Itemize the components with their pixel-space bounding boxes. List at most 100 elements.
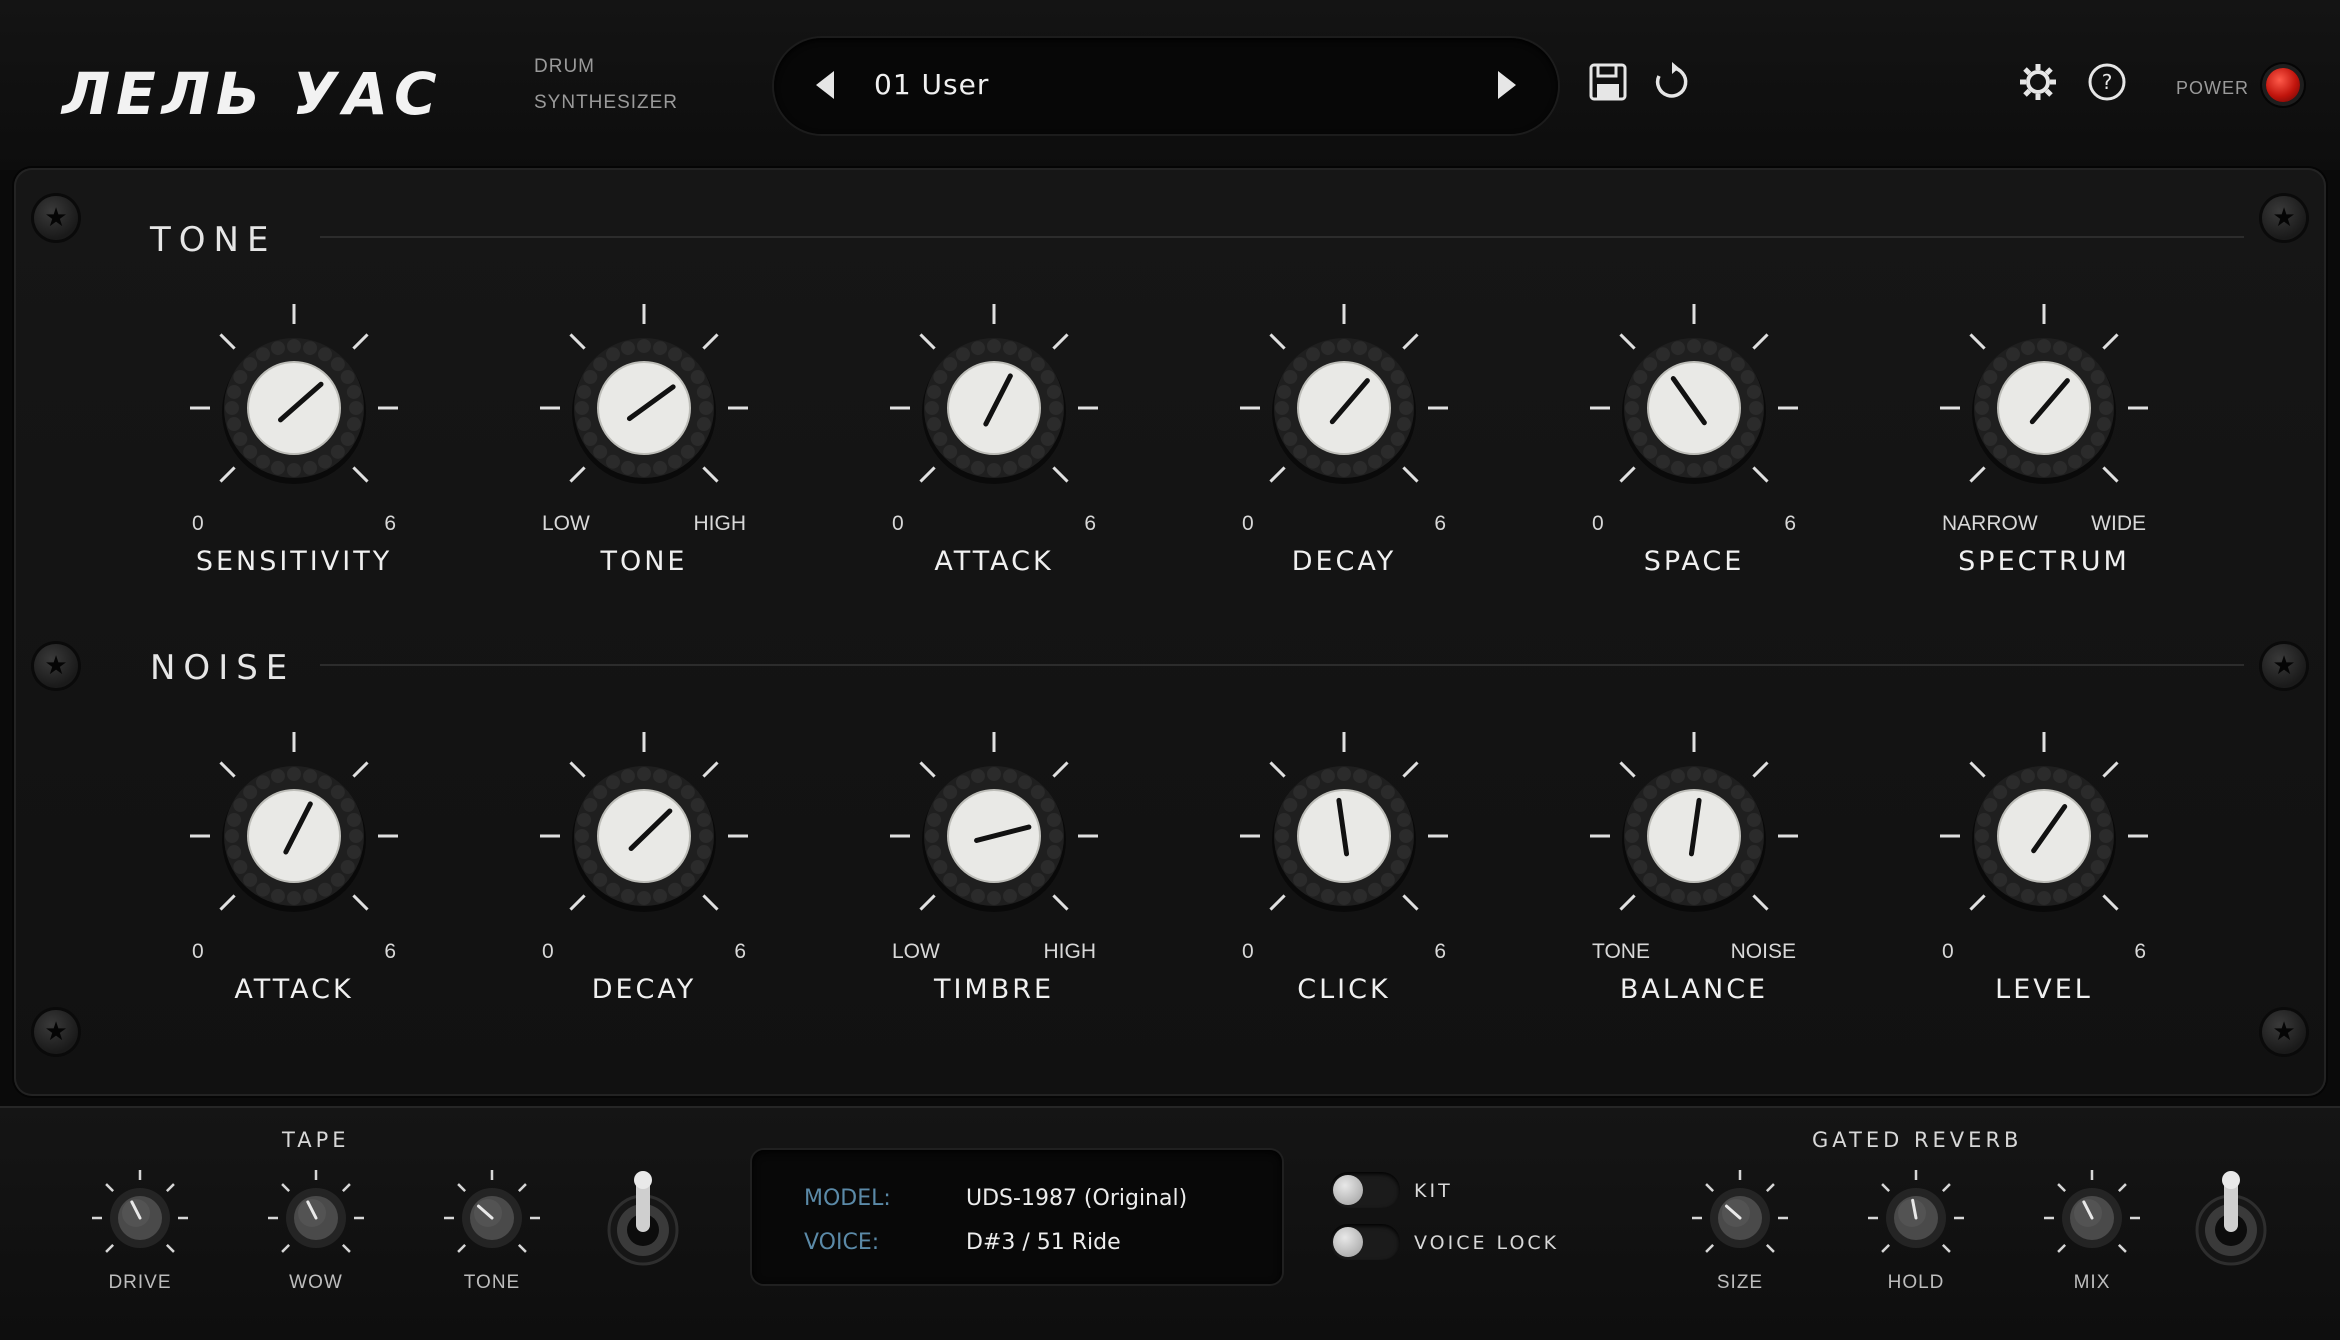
preset-name[interactable]: 01 User — [874, 68, 989, 101]
kit-toggle-thumb — [1333, 1175, 1363, 1205]
noise-level-knob[interactable] — [1924, 728, 2164, 928]
knob-max-label: WIDE — [2091, 512, 2146, 535]
tone-sensitivity-knob[interactable] — [174, 300, 414, 500]
screw-icon: ★ — [2262, 196, 2306, 240]
voice-lock-toggle[interactable] — [1330, 1224, 1400, 1260]
knob-max-label: NOISE — [1730, 940, 1796, 963]
knob-max-label: 6 — [384, 940, 396, 963]
knob-name-label: SPECTRUM — [1958, 546, 2130, 577]
info-display: MODEL: UDS-1987 (Original) VOICE: D#3 / … — [752, 1150, 1282, 1284]
tone-attack-knob-unit: 0 6 ATTACK — [874, 300, 1114, 600]
tone-attack-knob[interactable] — [874, 300, 1114, 500]
reverb-size-knob[interactable] — [1680, 1162, 1800, 1262]
knob-min-label: 0 — [1942, 940, 1954, 963]
logo-subtitle-drum: DRUM — [534, 56, 595, 77]
knob-name-label: TONE — [600, 546, 688, 577]
power-label: POWER — [2176, 78, 2250, 98]
knob-max-label: 6 — [1784, 512, 1796, 535]
knob-name-label: WOW — [289, 1272, 343, 1293]
tape-drive-knob-unit: DRIVE — [80, 1162, 200, 1293]
voice-lock-toggle-thumb — [1333, 1227, 1363, 1257]
knob-min-label: 0 — [192, 940, 204, 963]
tone-space-knob[interactable] — [1574, 300, 1814, 500]
tone-spectrum-knob-unit: NARROW WIDE SPECTRUM — [1924, 300, 2164, 600]
tone-spectrum-knob[interactable] — [1924, 300, 2164, 500]
noise-timbre-knob-unit: LOW HIGH TIMBRE — [874, 728, 1114, 1028]
save-preset-button[interactable] — [1588, 62, 1628, 102]
knob-min-label: 0 — [1592, 512, 1604, 535]
knob-name-label: TIMBRE — [933, 974, 1055, 1005]
model-value: UDS-1987 (Original) — [966, 1186, 1188, 1211]
noise-balance-knob[interactable] — [1574, 728, 1814, 928]
noise-timbre-knob[interactable] — [874, 728, 1114, 928]
knob-min-label: LOW — [892, 940, 940, 963]
knob-max-label: 6 — [2134, 940, 2146, 963]
knob-min-label: 0 — [1242, 512, 1254, 535]
noise-section-divider — [320, 664, 2244, 666]
tone-sensitivity-knob-unit: 0 6 SENSITIVITY — [174, 300, 414, 600]
knob-min-label: 0 — [192, 512, 204, 535]
reverb-hold-knob-unit: HOLD — [1856, 1162, 1976, 1293]
toggle-switch-icon — [607, 1171, 679, 1266]
knob-max-label: 6 — [384, 512, 396, 535]
tape-wow-knob[interactable] — [256, 1162, 376, 1262]
knob-max-label: 6 — [1084, 512, 1096, 535]
tape-drive-knob[interactable] — [80, 1162, 200, 1262]
screw-icon: ★ — [2262, 1010, 2306, 1054]
next-preset-button[interactable] — [1498, 71, 1516, 99]
noise-click-knob[interactable] — [1224, 728, 1464, 928]
model-label: MODEL: — [804, 1186, 891, 1211]
help-icon: ? — [2088, 63, 2126, 101]
settings-button[interactable] — [2018, 62, 2058, 102]
save-icon — [1589, 63, 1627, 101]
tone-decay-knob-unit: 0 6 DECAY — [1224, 300, 1464, 600]
header-bar: ЛЕЛЬ УАС DRUM SYNTHESIZER 01 User ? POWE… — [0, 0, 2340, 170]
screw-icon: ★ — [2262, 644, 2306, 688]
kit-toggle-label: KIT — [1414, 1180, 1453, 1202]
knob-max-label: 6 — [1434, 940, 1446, 963]
gear-icon — [2020, 64, 2056, 100]
gated-reverb-group-title: GATED REVERB — [1812, 1128, 2023, 1152]
knob-name-label: TONE — [463, 1272, 521, 1293]
reverb-hold-knob[interactable] — [1856, 1162, 1976, 1262]
noise-balance-knob-unit: TONE NOISE BALANCE — [1574, 728, 1814, 1028]
noise-attack-knob-unit: 0 6 ATTACK — [174, 728, 414, 1028]
tape-enable-toggle[interactable] — [598, 1162, 688, 1272]
noise-decay-knob-unit: 0 6 DECAY — [524, 728, 764, 1028]
screw-icon: ★ — [34, 644, 78, 688]
reset-preset-button[interactable] — [1652, 62, 1692, 102]
reverb-mix-knob-unit: MIX — [2032, 1162, 2152, 1293]
knob-max-label: HIGH — [1043, 940, 1097, 963]
tone-tone-knob-unit: LOW HIGH TONE — [524, 300, 764, 600]
knob-name-label: SPACE — [1643, 546, 1745, 577]
knob-min-label: 0 — [1242, 940, 1254, 963]
knob-min-label: 0 — [892, 512, 904, 535]
noise-decay-knob[interactable] — [524, 728, 764, 928]
bottom-panel: TAPE DRIVE WOW TONE MODEL: UDS-1987 (Origi… — [0, 1106, 2340, 1340]
knob-name-label: SENSITIVITY — [195, 546, 393, 577]
screw-icon: ★ — [34, 1010, 78, 1054]
knob-name-label: ATTACK — [234, 974, 354, 1005]
knob-min-label: 0 — [542, 940, 554, 963]
help-button[interactable]: ? — [2087, 62, 2127, 102]
svg-text:?: ? — [2102, 70, 2113, 94]
previous-preset-button[interactable] — [816, 71, 834, 99]
brand-logo: ЛЕЛЬ УАС — [62, 60, 443, 128]
reset-icon — [1655, 62, 1688, 98]
noise-attack-knob[interactable] — [174, 728, 414, 928]
voice-label: VOICE: — [804, 1230, 880, 1255]
tone-decay-knob[interactable] — [1224, 300, 1464, 500]
power-button[interactable] — [2266, 68, 2300, 102]
reverb-mix-knob[interactable] — [2032, 1162, 2152, 1262]
reverb-enable-toggle[interactable] — [2186, 1162, 2276, 1272]
voice-lock-toggle-label: VOICE LOCK — [1414, 1232, 1560, 1254]
knob-max-label: 6 — [734, 940, 746, 963]
kit-toggle[interactable] — [1330, 1172, 1400, 1208]
tone-tone-knob[interactable] — [524, 300, 764, 500]
main-panel: ★ ★ ★ ★ ★ ★ TONE NOISE 0 6 SENSITIVITY LOW H… — [14, 168, 2326, 1096]
knob-max-label: 6 — [1434, 512, 1446, 535]
knob-name-label: SIZE — [1716, 1272, 1764, 1293]
knob-min-label: TONE — [1592, 940, 1650, 963]
tape-tone-knob[interactable] — [432, 1162, 552, 1262]
tone-space-knob-unit: 0 6 SPACE — [1574, 300, 1814, 600]
